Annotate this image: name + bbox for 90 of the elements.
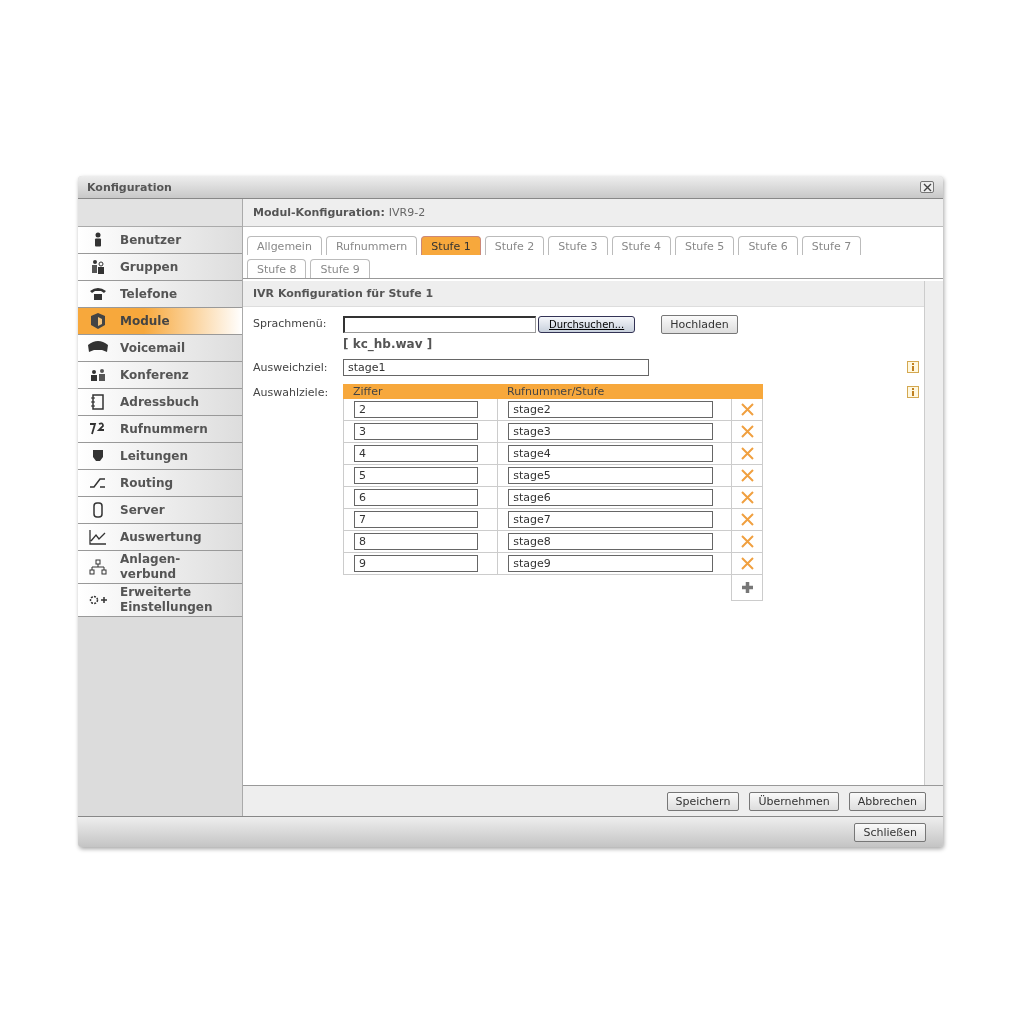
column-header: Rufnummer/Stufe	[506, 385, 606, 398]
sidebar-label: Gruppen	[120, 259, 179, 275]
delete-icon[interactable]	[740, 513, 754, 526]
sidebar-item[interactable]: Server	[78, 497, 242, 524]
info-icon[interactable]	[907, 361, 919, 373]
digit-field[interactable]: 6	[354, 489, 478, 506]
delete-icon[interactable]	[740, 491, 754, 504]
cube-icon	[88, 312, 108, 330]
tab[interactable]: Allgemein	[247, 236, 322, 255]
section-title: IVR Konfiguration für Stufe 1	[243, 281, 924, 307]
phone-icon	[88, 285, 108, 303]
sidebar-item[interactable]: Erweiterte Einstellungen	[78, 584, 242, 617]
target-field[interactable]: stage8	[508, 533, 714, 550]
sidebar-label: Adressbuch	[120, 394, 199, 410]
sidebar-label: Telefone	[120, 286, 178, 302]
action-button[interactable]: Abbrechen	[848, 791, 926, 811]
field-label: Sprachmenü:	[253, 316, 328, 330]
tab[interactable]: Stufe 7	[801, 236, 862, 255]
tab[interactable]: Stufe 6	[738, 236, 798, 255]
digit-field[interactable]: 7	[354, 511, 478, 528]
tab[interactable]: Stufe 3	[548, 236, 608, 255]
sidebar-item[interactable]: Telefone	[78, 281, 242, 308]
info-icon[interactable]	[907, 386, 919, 398]
target-field[interactable]: stage5	[508, 467, 714, 484]
sidebar-label: Voicemail	[120, 340, 186, 356]
field-label: Ausweichziel:	[253, 360, 329, 374]
delete-icon[interactable]	[740, 425, 754, 438]
close-button[interactable]: Schließen	[854, 822, 926, 842]
tab[interactable]: Stufe 1	[421, 236, 481, 255]
sidebar-item[interactable]: Rufnummern	[78, 416, 242, 443]
target-field[interactable]: stage2	[508, 401, 714, 418]
sidebar-item[interactable]: Auswertung	[78, 524, 242, 551]
column-header: Ziffer	[352, 385, 384, 398]
field-label: Auswahlziele:	[253, 385, 330, 399]
add-icon[interactable]	[740, 581, 754, 594]
target-field[interactable]: stage4	[508, 445, 714, 462]
digit-field[interactable]: 5	[354, 467, 478, 484]
delete-icon[interactable]	[740, 535, 754, 548]
delete-icon[interactable]	[740, 447, 754, 460]
digit-field[interactable]: 3	[354, 423, 478, 440]
sidebar-item[interactable]: Module	[78, 308, 242, 335]
sidebar-label: Erweiterte Einstellungen	[120, 585, 213, 615]
sidebar-label: Server	[120, 502, 165, 518]
tab[interactable]: Stufe 2	[484, 236, 545, 255]
file-field[interactable]	[343, 316, 536, 333]
tab[interactable]: Stufe 4	[611, 236, 671, 255]
module-name: IVR9-2	[388, 206, 426, 219]
action-button[interactable]: Speichern	[666, 791, 740, 811]
tab[interactable]: Stufe 8	[247, 259, 307, 278]
sidebar-label: Anlagen- verbund	[120, 552, 181, 582]
close-icon[interactable]	[920, 181, 934, 193]
sidebar-label: Konferenz	[120, 367, 189, 383]
sidebar-item[interactable]: Konferenz	[78, 362, 242, 389]
target-field[interactable]: stage9	[508, 555, 714, 572]
upload-button[interactable]: Hochladen	[661, 315, 738, 334]
sidebar-item[interactable]: Benutzer	[78, 227, 242, 254]
delete-icon[interactable]	[740, 557, 754, 570]
window-title: Konfiguration	[87, 180, 172, 194]
sidebar-item[interactable]: Anlagen- verbund	[78, 551, 242, 584]
sidebar-label: Auswertung	[120, 529, 202, 545]
digit-field[interactable]: 9	[354, 555, 478, 572]
delete-icon[interactable]	[740, 469, 754, 482]
fallback-field[interactable]: stage1	[343, 359, 649, 376]
action-button[interactable]: Übernehmen	[749, 791, 839, 811]
sidebar-item[interactable]: Leitungen	[78, 443, 242, 470]
digit-field[interactable]: 8	[354, 533, 478, 550]
chart-icon	[88, 528, 108, 546]
sidebar-item[interactable]: Routing	[78, 470, 242, 497]
sidebar-item[interactable]: Adressbuch	[78, 389, 242, 416]
target-field[interactable]: stage3	[508, 423, 714, 440]
digit-field[interactable]: 2	[354, 401, 478, 418]
scrollbar[interactable]	[924, 281, 943, 785]
digit-field[interactable]: 4	[354, 445, 478, 462]
browse-button[interactable]: Durchsuchen...	[538, 316, 636, 333]
net-icon	[88, 558, 108, 576]
delete-icon[interactable]	[740, 403, 754, 416]
sidebar-label: Routing	[120, 475, 173, 491]
sidebar-item[interactable]: Voicemail	[78, 335, 242, 362]
sidebar-item[interactable]: Gruppen	[78, 254, 242, 281]
sidebar-label: Rufnummern	[120, 421, 208, 437]
sidebar-label: Module	[120, 313, 170, 329]
current-file: [ kc_hb.wav ]	[343, 337, 434, 351]
sidebar-label: Leitungen	[120, 448, 188, 464]
tab[interactable]: Stufe 5	[674, 236, 735, 255]
sidebar-label: Benutzer	[120, 232, 182, 248]
header-label: Modul-Konfiguration:	[253, 206, 385, 219]
tab[interactable]: Rufnummern	[325, 236, 418, 255]
target-field[interactable]: stage7	[508, 511, 714, 528]
tab[interactable]: Stufe 9	[310, 259, 370, 278]
target-field[interactable]: stage6	[508, 489, 714, 506]
